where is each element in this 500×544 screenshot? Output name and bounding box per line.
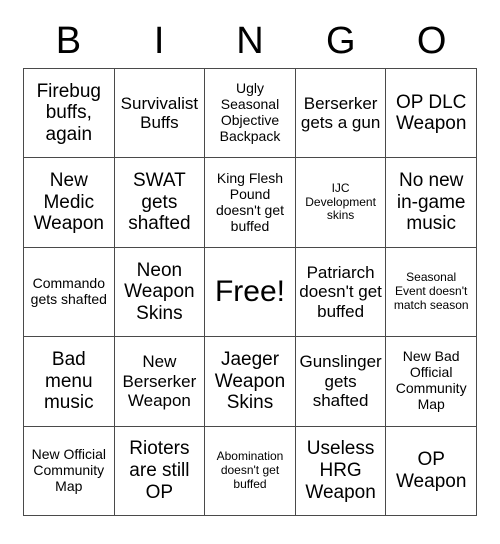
bingo-cell[interactable]: King Flesh Pound doesn't get buffed [205, 158, 296, 248]
bingo-free-space-label: Free! [214, 274, 285, 308]
bingo-cell-label: OP DLC Weapon [395, 91, 467, 135]
bingo-header: B I N G O [23, 0, 477, 68]
bingo-cell-label: Gunslinger gets shafted [299, 352, 382, 411]
bingo-cell-label: Ugly Seasonal Objective Backpack [219, 80, 281, 145]
bingo-cell[interactable]: Ugly Seasonal Objective Backpack [205, 69, 296, 159]
bingo-cell[interactable]: IJC Development skins [295, 158, 387, 248]
bingo-cell-label: Bad menu music [43, 348, 94, 414]
bingo-cell[interactable]: Seasonal Event doesn't match season [386, 247, 477, 338]
bingo-cell-label: SWAT gets shafted [128, 170, 191, 235]
bingo-cell[interactable]: Survivalist Buffs [114, 69, 206, 159]
bingo-cell-label: Firebug buffs, again [36, 80, 101, 146]
bingo-cell-label: Survivalist Buffs [120, 93, 199, 133]
bingo-cell-free[interactable]: Free! [205, 247, 296, 338]
bingo-cell-label: New Medic Weapon [33, 170, 105, 235]
bingo-cell[interactable]: New Medic Weapon [24, 158, 115, 248]
bingo-grid: Firebug buffs, again Survivalist Buffs U… [23, 68, 477, 516]
header-letter-n: N [236, 20, 264, 62]
bingo-card: B I N G O Firebug buffs, again Survivali… [0, 0, 500, 544]
header-letter-b: B [55, 20, 82, 62]
bingo-cell-label: Seasonal Event doesn't match season [393, 270, 469, 312]
bingo-cell-label: Neon Weapon Skins [124, 259, 195, 324]
bingo-cell[interactable]: Bad menu music [24, 337, 115, 427]
bingo-cell[interactable]: Rioters are still OP [114, 426, 206, 516]
bingo-cell-label: Patriarch doesn't get buffed [299, 262, 382, 321]
bingo-cell[interactable]: Gunslinger gets shafted [295, 337, 387, 427]
bingo-cell[interactable]: SWAT gets shafted [114, 158, 206, 248]
bingo-cell-label: King Flesh Pound doesn't get buffed [215, 169, 285, 234]
bingo-cell-label: Berserker gets a gun [300, 93, 381, 133]
header-letter-o: O [416, 20, 447, 62]
bingo-cell[interactable]: Firebug buffs, again [24, 69, 115, 159]
bingo-cell[interactable]: OP DLC Weapon [386, 69, 477, 159]
header-letter-i: I [153, 20, 165, 62]
bingo-cell[interactable]: Commando gets shafted [24, 247, 115, 338]
bingo-cell-label: Useless HRG Weapon [305, 438, 376, 503]
bingo-cell[interactable]: Abomination doesn't get buffed [205, 426, 296, 516]
header-letter-g: G [326, 20, 356, 62]
bingo-cell-label: Commando gets shafted [30, 275, 107, 307]
bingo-cell-label: IJC Development skins [305, 181, 376, 223]
bingo-cell[interactable]: Useless HRG Weapon [295, 426, 387, 516]
bingo-cell-label: Abomination doesn't get buffed [216, 449, 284, 491]
bingo-cell-label: New Bad Official Community Map [395, 348, 467, 413]
bingo-cell[interactable]: No new in-game music [386, 158, 477, 248]
bingo-cell-label: OP Weapon [395, 449, 467, 492]
bingo-cell[interactable]: New Bad Official Community Map [386, 337, 477, 427]
bingo-cell[interactable]: Berserker gets a gun [295, 69, 387, 159]
bingo-cell-label: New Berserker Weapon [122, 352, 197, 411]
bingo-cell[interactable]: Jaeger Weapon Skins [205, 337, 296, 427]
bingo-cell[interactable]: Patriarch doesn't get buffed [295, 247, 387, 338]
bingo-cell[interactable]: New Berserker Weapon [114, 337, 206, 427]
bingo-cell-label: No new in-game music [396, 170, 466, 235]
bingo-cell[interactable]: Neon Weapon Skins [114, 247, 206, 338]
bingo-cell-label: Rioters are still OP [129, 438, 190, 503]
bingo-cell[interactable]: OP Weapon [386, 426, 477, 516]
bingo-cell[interactable]: New Official Community Map [24, 426, 115, 516]
bingo-cell-label: Jaeger Weapon Skins [214, 348, 286, 414]
bingo-cell-label: New Official Community Map [31, 445, 107, 494]
